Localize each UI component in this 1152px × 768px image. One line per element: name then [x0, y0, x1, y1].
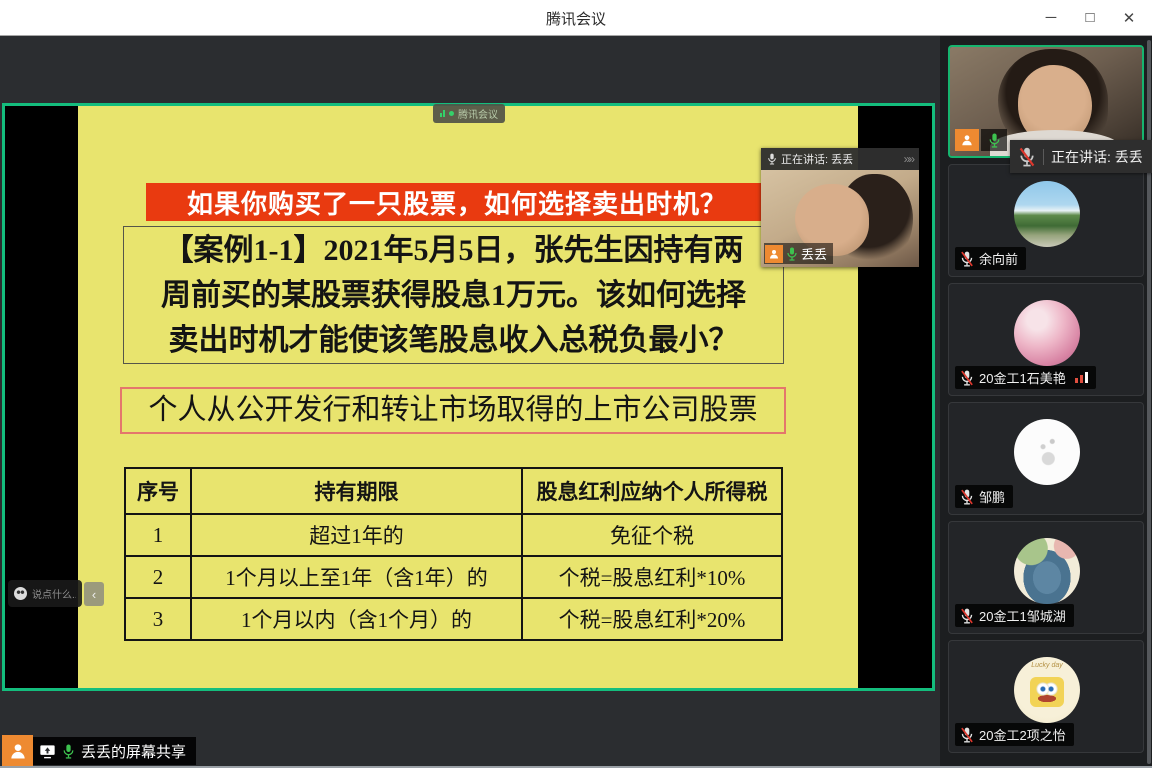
- participant-name: 20金工1邹城湖: [979, 609, 1066, 624]
- mic-muted-icon: [961, 489, 973, 505]
- participant-tile[interactable]: 20金工1石美艳: [948, 283, 1144, 396]
- slide-table: 序号 持有期限 股息红利应纳个人所得税 1 超过1年的 免征个税 2 1个月以上…: [124, 467, 783, 641]
- table-cell: 1个月以上至1年（含1年）的: [190, 557, 521, 597]
- table-cell: 1: [152, 522, 164, 547]
- speaker-video: 丢丢: [761, 170, 919, 267]
- avatar: [1014, 300, 1080, 366]
- participant-name-chip: 20金工1邹城湖: [955, 604, 1074, 627]
- avatar: [1014, 181, 1080, 247]
- participant-tile[interactable]: 20金工1邹城湖: [948, 521, 1144, 634]
- speaking-banner-text: 正在讲话: 丢丢: [781, 154, 854, 166]
- tencent-meeting-window: 腾讯会议 ─ □ ✕ 如果你购买了一只股票，如何选择卖出时机？ 【案例1-1】2…: [0, 0, 1152, 768]
- mic-active-icon: [63, 744, 74, 759]
- mic-muted-icon: [961, 727, 973, 743]
- divider: [1043, 148, 1044, 165]
- close-icon[interactable]: ✕: [1114, 0, 1144, 35]
- table-cell: 免征个税: [521, 515, 781, 555]
- minimize-icon[interactable]: ─: [1036, 0, 1066, 35]
- table-row: 2 1个月以上至1年（含1年）的 个税=股息红利*10%: [126, 555, 781, 597]
- main-stage: 如果你购买了一只股票，如何选择卖出时机？ 【案例1-1】2021年5月5日，张先…: [0, 36, 940, 768]
- person-icon: [10, 743, 25, 758]
- table-cell: 2: [152, 564, 164, 589]
- watermark-label: 腾讯会议: [458, 110, 498, 121]
- table-cell: 超过1年的: [190, 515, 521, 555]
- screen-share-label: 丢丢的屏幕共享: [81, 743, 187, 761]
- network-signal-icon: [1074, 372, 1088, 383]
- speaking-tooltip: 正在讲话: 丢丢: [1010, 140, 1152, 173]
- case-line: 卖出时机才能使该笔股息收入总税负最小？: [168, 324, 739, 357]
- speaking-tooltip-text: 正在讲话: 丢丢: [1051, 148, 1143, 165]
- table-cell: 个税=股息红利*10%: [521, 557, 781, 597]
- participant-name: 20金工1石美艳: [979, 371, 1066, 386]
- avatar: Lucky day: [1014, 657, 1080, 723]
- mic-muted-icon: [961, 251, 973, 267]
- host-icon: [765, 244, 783, 263]
- participant-name-chip: 邹鹏: [955, 485, 1014, 508]
- chat-placeholder: 说点什么...: [32, 590, 76, 601]
- participant-tile[interactable]: Lucky day 20金工2项之怡: [948, 640, 1144, 753]
- participant-tile[interactable]: 余向前: [948, 164, 1144, 277]
- slide-title-banner: 如果你购买了一只股票，如何选择卖出时机？: [146, 183, 768, 221]
- green-dot-icon: [449, 111, 454, 116]
- sharer-host-icon: [2, 735, 33, 766]
- mic-muted-icon: [961, 370, 973, 386]
- emoji-icon[interactable]: [14, 587, 27, 600]
- shared-slide: 如果你购买了一只股票，如何选择卖出时机？ 【案例1-1】2021年5月5日，张先…: [78, 106, 858, 688]
- screen-share-status: 丢丢的屏幕共享: [33, 737, 197, 765]
- mic-icon: [768, 153, 776, 165]
- table-header: 序号: [137, 480, 179, 504]
- maximize-icon[interactable]: □: [1075, 0, 1105, 35]
- participant-name: 邹鹏: [979, 490, 1006, 505]
- table-row: 3 1个月以内（含1个月）的 个税=股息红利*20%: [126, 597, 781, 639]
- active-speaker-panel[interactable]: 正在讲话: 丢丢 »» 丢丢: [761, 148, 919, 267]
- titlebar: 腾讯会议 ─ □ ✕: [0, 0, 1152, 36]
- spongebob-shape: [1030, 677, 1064, 707]
- case-line: 周前买的某股票获得股息1万元。该如何选择: [161, 279, 746, 312]
- avatar: [1014, 419, 1080, 485]
- host-icon: [955, 129, 979, 151]
- participant-name: 20金工2项之怡: [979, 728, 1066, 743]
- chart-bars-icon: [440, 110, 445, 117]
- mic-active-icon: [989, 133, 999, 148]
- chat-collapse-button[interactable]: ‹: [84, 582, 104, 606]
- participant-name-chip: 20金工1石美艳: [955, 366, 1096, 389]
- participant-tile[interactable]: 邹鹏: [948, 402, 1144, 515]
- speaker-name: 丢丢: [801, 247, 828, 262]
- mic-muted-icon: [961, 608, 973, 624]
- participant-name-chip: 余向前: [955, 247, 1027, 270]
- table-header-row: 序号 持有期限 股息红利应纳个人所得税: [126, 469, 781, 513]
- avatar: [1014, 538, 1080, 604]
- chevrons-icon: »»: [903, 152, 915, 166]
- chat-input[interactable]: 说点什么...: [8, 580, 82, 607]
- table-header: 持有期限: [190, 469, 521, 513]
- participants-sidebar: 余向前 20金工1石美艳 邹鹏 20金工1邹城湖 Lucky day 20金工2…: [940, 36, 1152, 768]
- case-line: 【案例1-1】2021年5月5日，张先生因持有两: [163, 234, 744, 267]
- participant-name: 余向前: [979, 252, 1019, 267]
- mic-active-icon: [787, 247, 797, 261]
- mic-muted-icon: [1019, 147, 1035, 166]
- table-cell: 个税=股息红利*20%: [521, 599, 781, 639]
- avatar-text: Lucky day: [1031, 662, 1063, 669]
- speaking-banner: 正在讲话: 丢丢 »»: [761, 148, 919, 170]
- speaker-name-chip: 丢丢: [764, 243, 834, 264]
- meeting-watermark-badge: 腾讯会议: [433, 104, 505, 123]
- table-row: 1 超过1年的 免征个税: [126, 513, 781, 555]
- mic-chip: [981, 129, 1007, 151]
- participant-status-icons: [955, 129, 1007, 151]
- participant-name-chip: 20金工2项之怡: [955, 723, 1074, 746]
- slide-subtitle-box: 个人从公开发行和转让市场取得的上市公司股票: [120, 387, 786, 434]
- slide-case-box: 【案例1-1】2021年5月5日，张先生因持有两 周前买的某股票获得股息1万元。…: [123, 226, 784, 364]
- screen-share-icon: [40, 744, 55, 758]
- table-header: 股息红利应纳个人所得税: [521, 469, 781, 513]
- table-cell: 1个月以内（含1个月）的: [190, 599, 521, 639]
- window-title: 腾讯会议: [545, 11, 606, 28]
- table-cell: 3: [152, 606, 164, 631]
